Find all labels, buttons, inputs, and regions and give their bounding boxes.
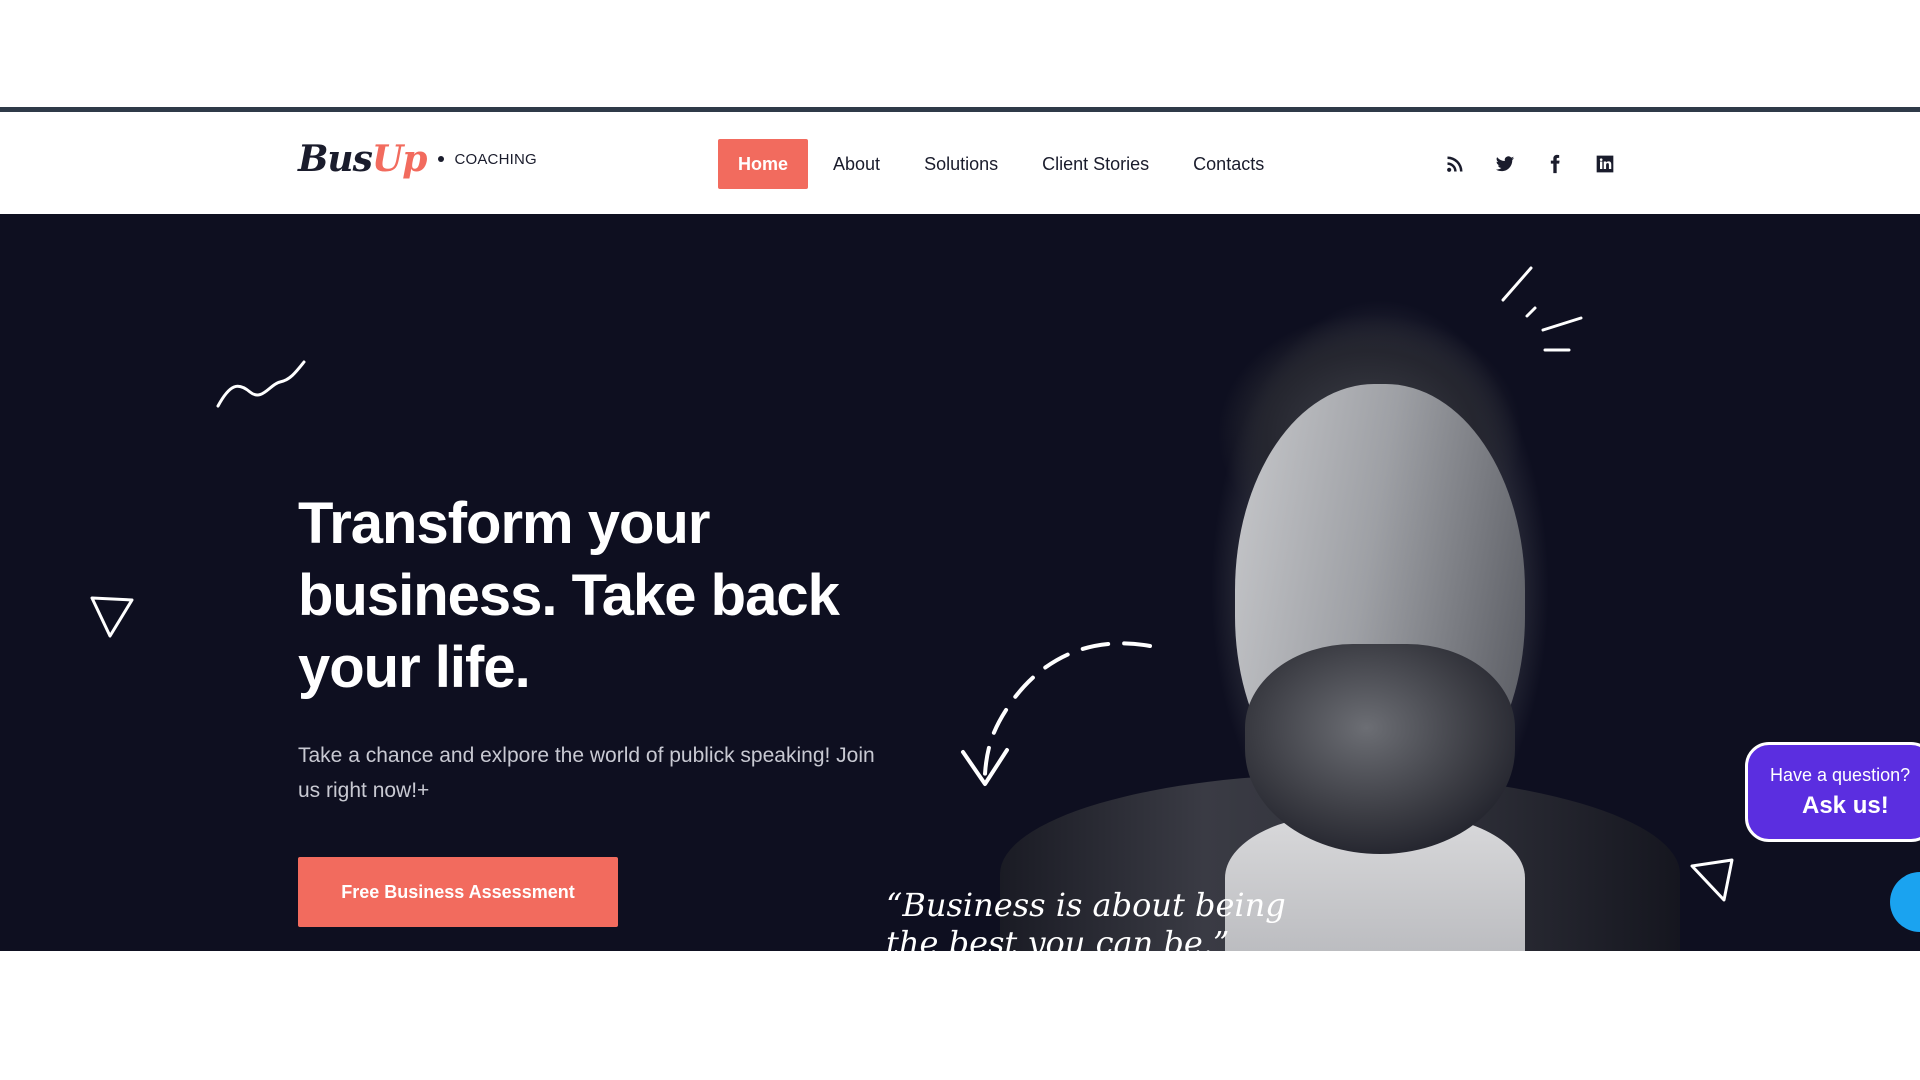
- chat-bubble[interactable]: Have a question? Ask us!: [1745, 742, 1920, 842]
- portrait-beard: [1245, 644, 1515, 854]
- nav-client-stories[interactable]: Client Stories: [1020, 139, 1171, 189]
- free-assessment-button[interactable]: Free Business Assessment: [298, 857, 618, 927]
- chat-answer: Ask us!: [1802, 792, 1889, 819]
- linkedin-icon[interactable]: [1591, 150, 1619, 178]
- triangle-left-decoration: [90, 596, 134, 638]
- logo-dot: [438, 156, 445, 162]
- dashed-arrow-decoration: [961, 641, 1152, 786]
- social-links: [1441, 150, 1641, 178]
- site-header: Bus Up COACHING Home About Solutions Cli…: [0, 112, 1920, 214]
- rss-icon[interactable]: [1441, 150, 1469, 178]
- logo-text-bus: Bus: [298, 138, 373, 180]
- logo-text-up: Up: [371, 138, 428, 180]
- twitter-icon[interactable]: [1491, 150, 1519, 178]
- nav-home[interactable]: Home: [718, 139, 809, 189]
- hero-title: Transform your business. Take back your …: [298, 491, 840, 700]
- hero-section: Transform your business. Take back your …: [0, 214, 1920, 951]
- hero-quote: “Business is about being the best you ca…: [886, 886, 1286, 951]
- main-nav: Home About Solutions Client Stories Cont…: [718, 139, 1286, 189]
- facebook-icon[interactable]: [1541, 150, 1569, 178]
- logo[interactable]: Bus Up COACHING: [298, 138, 537, 180]
- nav-about[interactable]: About: [811, 139, 902, 189]
- chat-question: Have a question?: [1770, 765, 1911, 785]
- triangle-right-decoration: [1690, 858, 1734, 902]
- nav-solutions[interactable]: Solutions: [902, 139, 1020, 189]
- spark-lines-decoration: [1501, 266, 1583, 352]
- nav-contacts[interactable]: Contacts: [1171, 139, 1286, 189]
- hero-subtitle: Take a chance and exlpore the world of p…: [298, 744, 875, 802]
- squiggle-decoration: [216, 360, 306, 408]
- logo-subtitle: COACHING: [454, 150, 537, 168]
